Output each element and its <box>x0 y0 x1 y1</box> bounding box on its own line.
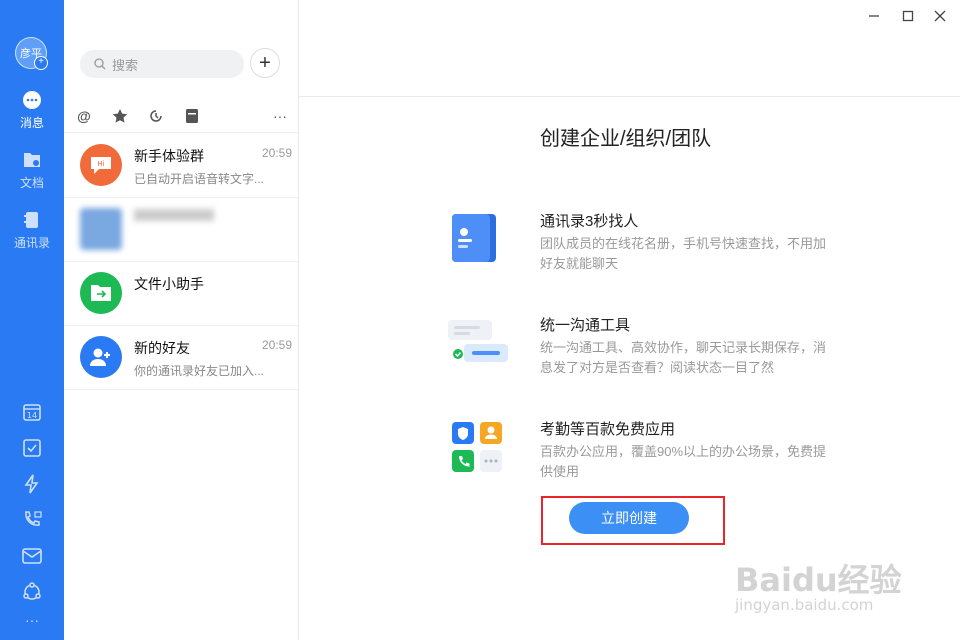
lightning-icon[interactable] <box>20 472 44 496</box>
nav-item-docs[interactable]: 文档 <box>0 150 64 191</box>
calendar-day: 14 <box>27 411 37 420</box>
feature-communication: 统一沟通工具 统一沟通工具、高效协作，聊天记录长期保存，消息发了对方是否查看？阅… <box>430 314 830 394</box>
nav-label-contacts: 通讯录 <box>13 236 50 250</box>
feature-title: 统一沟通工具 <box>540 317 631 334</box>
chat-list-panel: 搜索 + @ ··· Hi 新手体验群 20:59 已自动开启语音转文字... … <box>64 0 299 640</box>
minimize-icon[interactable] <box>864 6 884 26</box>
nav-item-messages[interactable]: 消息 <box>0 90 64 131</box>
mention-filter-label: @ <box>77 108 91 124</box>
watermark-brand: Baidu经验 <box>735 561 902 599</box>
maximize-icon[interactable] <box>898 6 918 26</box>
chat-name: 文件小助手 <box>134 276 204 292</box>
svg-text:Hi: Hi <box>97 160 104 168</box>
filter-more-icon[interactable]: ··· <box>270 106 290 126</box>
search-icon <box>94 58 106 70</box>
new-friend-icon <box>80 336 122 378</box>
highlight-box <box>541 496 725 545</box>
chat-time: 20:59 <box>261 338 292 352</box>
mail-icon[interactable] <box>20 544 44 568</box>
chat-preview: 你的通讯录好友已加入... <box>134 364 265 378</box>
watermark-url: jingyan.baidu.com <box>735 596 874 614</box>
search-input[interactable]: 搜索 <box>80 50 244 78</box>
star-filter-icon[interactable] <box>110 106 130 126</box>
group-avatar-icon: Hi <box>80 144 122 186</box>
workspace-icon[interactable] <box>20 580 44 604</box>
chat-item[interactable]: 文件小助手 <box>64 261 298 326</box>
message-icon <box>23 91 41 109</box>
todo-icon[interactable] <box>20 436 44 460</box>
chat-preview: 已自动开启语音转文字... <box>134 172 265 186</box>
chat-name: 新的好友 <box>134 340 190 356</box>
calendar-icon[interactable]: 14 <box>20 400 44 424</box>
address-book-icon <box>430 210 520 280</box>
chat-item[interactable]: Hi 新手体验群 20:59 已自动开启语音转文字... <box>64 133 298 198</box>
nav-item-contacts[interactable]: 通讯录 <box>0 210 64 251</box>
blurred-avatar <box>80 208 122 250</box>
add-button[interactable]: + <box>250 48 280 78</box>
page-title: 创建企业/组织/团队 <box>540 128 712 150</box>
feature-apps: 考勤等百款免费应用 百款办公应用，覆盖90%以上的办公场景，免费提供使用 <box>430 418 830 498</box>
contacts-icon <box>24 212 38 228</box>
add-account-icon[interactable]: + <box>34 56 48 70</box>
document-icon <box>24 153 40 167</box>
more-icon[interactable]: ··· <box>0 612 64 628</box>
blurred-name <box>134 209 214 221</box>
chat-item[interactable]: 新的好友 20:59 你的通讯录好友已加入... <box>64 325 298 390</box>
phone-icon[interactable] <box>20 508 44 532</box>
feature-contacts: 通讯录3秒找人 团队成员的在线花名册，手机号快速查找，不用加好友就能聊天 <box>430 210 830 290</box>
close-icon[interactable] <box>930 6 950 26</box>
filter-more-label: ··· <box>273 108 287 124</box>
archive-filter-icon[interactable] <box>182 106 202 126</box>
feature-desc: 团队成员的在线花名册，手机号快速查找，不用加好友就能聊天 <box>540 236 827 271</box>
chat-name: 新手体验群 <box>134 148 204 164</box>
file-assistant-icon <box>80 272 122 314</box>
apps-grid-icon <box>430 418 520 488</box>
search-placeholder: 搜索 <box>112 57 139 73</box>
avatar[interactable]: 彦平 + <box>15 37 48 70</box>
feature-desc: 百款办公应用，覆盖90%以上的办公场景，免费提供使用 <box>540 444 827 479</box>
chat-item-blurred[interactable] <box>64 197 298 262</box>
feature-title: 考勤等百款免费应用 <box>540 421 676 438</box>
feature-desc: 统一沟通工具、高效协作，聊天记录长期保存，消息发了对方是否查看？阅读状态一目了然 <box>540 340 827 375</box>
recent-filter-icon[interactable] <box>146 106 166 126</box>
nav-label-docs: 文档 <box>19 176 44 190</box>
content-header <box>299 30 960 97</box>
chat-bubbles-icon <box>430 314 520 384</box>
mention-filter-icon[interactable]: @ <box>74 106 94 126</box>
chat-filters: @ ··· <box>64 100 298 133</box>
chat-time: 20:59 <box>261 146 292 160</box>
nav-label-messages: 消息 <box>19 116 44 130</box>
feature-title: 通讯录3秒找人 <box>540 213 639 230</box>
nav-more-label: ··· <box>25 612 39 628</box>
left-nav: 彦平 + 消息 文档 通讯录 14 ··· <box>0 0 64 640</box>
